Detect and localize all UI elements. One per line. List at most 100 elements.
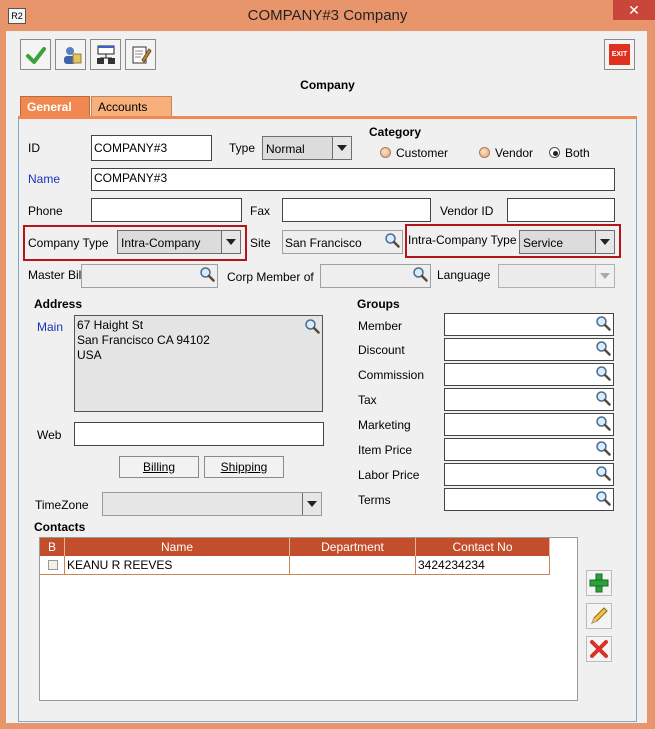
search-icon[interactable] (412, 266, 428, 282)
contact-button[interactable] (55, 39, 86, 70)
type-label: Type (229, 141, 256, 155)
customer-radio-label[interactable]: Customer (396, 146, 448, 160)
site-label: Site (250, 236, 271, 250)
contacts-section-label: Contacts (34, 520, 86, 534)
exit-icon: EXIT (609, 44, 630, 65)
search-icon[interactable] (595, 365, 611, 381)
company-type-select[interactable]: Intra-Company (117, 230, 241, 254)
search-icon[interactable] (595, 340, 611, 356)
master-billing-field[interactable] (81, 264, 218, 288)
search-icon[interactable] (384, 232, 400, 248)
contacts-table: B Name Department Contact No KEANU R REE… (39, 537, 578, 701)
vendor-id-field[interactable] (507, 198, 615, 222)
corp-member-field[interactable] (320, 264, 431, 288)
vendor-id-label: Vendor ID (440, 204, 494, 218)
group-field-item-price[interactable] (444, 438, 614, 461)
address-section-label: Address (34, 297, 83, 311)
edit-contact-button[interactable] (586, 603, 612, 629)
group-label-member: Member (358, 319, 403, 333)
corp-member-label: Corp Member of (227, 270, 314, 284)
phone-field[interactable] (91, 198, 242, 222)
group-field-marketing[interactable] (444, 413, 614, 436)
group-label-commission: Commission (358, 368, 425, 382)
web-label: Web (37, 428, 62, 442)
tab-accounts[interactable]: Accounts (91, 96, 172, 116)
main-address-field[interactable]: 67 Haight St San Francisco CA 94102 USA (74, 315, 323, 412)
pencil-icon (591, 607, 608, 624)
fax-field[interactable] (282, 198, 431, 222)
search-icon[interactable] (595, 490, 611, 506)
search-icon[interactable] (199, 266, 215, 282)
add-contact-button[interactable] (586, 570, 612, 596)
window-title: COMPANY#3 Company (247, 7, 408, 24)
vendor-radio[interactable] (479, 147, 490, 158)
chevron-down-icon (332, 137, 351, 159)
language-label: Language (437, 268, 491, 282)
table-cell-department[interactable] (290, 556, 416, 575)
site-field[interactable]: San Francisco (282, 230, 403, 254)
intra-company-type-select[interactable]: Service (519, 230, 615, 254)
search-icon[interactable] (595, 440, 611, 456)
column-header-name[interactable]: Name (65, 538, 290, 556)
table-row-checkbox-cell[interactable] (40, 556, 65, 575)
fax-label: Fax (250, 204, 271, 218)
search-icon[interactable] (595, 315, 611, 331)
chevron-down-icon (221, 231, 240, 253)
delete-icon (590, 640, 608, 658)
group-field-discount[interactable] (444, 338, 614, 361)
search-icon[interactable] (304, 318, 320, 334)
notes-button[interactable] (125, 39, 156, 70)
group-field-member[interactable] (444, 313, 614, 336)
check-icon (25, 46, 46, 64)
address-line: USA (77, 348, 102, 362)
search-icon[interactable] (595, 415, 611, 431)
both-radio[interactable] (549, 147, 560, 158)
company-type-value: Intra-Company (121, 236, 201, 250)
table-cell-contact-no[interactable]: 3424234234 (416, 556, 550, 575)
phone-label: Phone (28, 204, 63, 218)
column-header-contact-no[interactable]: Contact No (416, 538, 550, 556)
group-field-commission[interactable] (444, 363, 614, 386)
intra-company-type-label: Intra-Company Type (408, 233, 517, 247)
both-radio-label[interactable]: Both (565, 146, 590, 160)
language-select[interactable] (498, 264, 615, 288)
tab-general[interactable]: General (20, 96, 90, 116)
table-cell-name[interactable]: KEANU R REEVES (65, 556, 290, 575)
search-icon[interactable] (595, 465, 611, 481)
group-field-terms[interactable] (444, 488, 614, 511)
id-label: ID (28, 141, 40, 155)
chevron-down-icon (595, 231, 614, 253)
timezone-label: TimeZone (35, 498, 89, 512)
web-field[interactable] (74, 422, 324, 446)
group-field-labor-price[interactable] (444, 463, 614, 486)
name-field[interactable]: COMPANY#3 (91, 168, 615, 191)
company-type-label: Company Type (28, 236, 109, 250)
close-window-button[interactable]: ✕ (613, 0, 655, 20)
chevron-down-icon (302, 493, 321, 515)
main-address-label[interactable]: Main (37, 320, 63, 334)
search-icon[interactable] (595, 390, 611, 406)
contact-icon (63, 46, 81, 64)
id-field[interactable]: COMPANY#3 (91, 135, 212, 161)
group-label-labor-price: Labor Price (358, 468, 420, 482)
row-checkbox[interactable] (48, 560, 58, 570)
column-header-department[interactable]: Department (290, 538, 416, 556)
shipping-button[interactable]: Shipping (204, 456, 284, 478)
group-label-discount: Discount (358, 343, 405, 357)
exit-button[interactable]: EXIT (604, 39, 635, 70)
customer-radio[interactable] (380, 147, 391, 158)
save-button[interactable] (20, 39, 51, 70)
group-label-tax: Tax (358, 393, 377, 407)
network-button[interactable] (90, 39, 121, 70)
group-field-tax[interactable] (444, 388, 614, 411)
delete-contact-button[interactable] (586, 636, 612, 662)
column-header-b[interactable]: B (40, 538, 65, 556)
timezone-select[interactable] (102, 492, 322, 516)
type-select[interactable]: Normal (262, 136, 352, 160)
group-label-marketing: Marketing (358, 418, 411, 432)
group-label-terms: Terms (358, 493, 391, 507)
name-label[interactable]: Name (28, 172, 60, 186)
category-label: Category (369, 125, 422, 139)
billing-button[interactable]: Billing (119, 456, 199, 478)
vendor-radio-label[interactable]: Vendor (495, 146, 533, 160)
